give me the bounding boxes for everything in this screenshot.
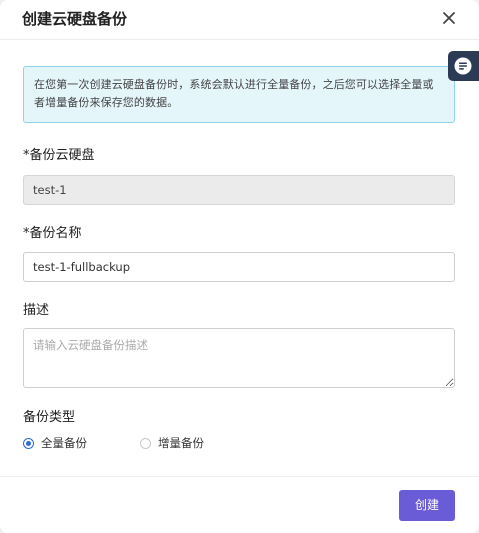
radio-full-backup[interactable]: 全量备份 [23, 435, 87, 451]
radio-button[interactable] [140, 437, 151, 449]
create-button[interactable]: 创建 [399, 490, 455, 521]
radio-incremental-backup-label: 增量备份 [158, 436, 204, 450]
create-backup-dialog: 创建云硬盘备份 在您第一次创建云硬盘备份时，系统会默认进行全量备份，之后您可以选… [0, 0, 479, 533]
volume-field: test-1 [23, 175, 455, 205]
radio-button-checked[interactable] [23, 437, 34, 449]
backup-name-label: *备份名称 [23, 226, 82, 241]
description-input[interactable] [23, 328, 455, 388]
backup-name-input[interactable]: test-1-fullbackup [23, 252, 455, 282]
dialog-footer: 创建 [0, 476, 479, 533]
info-notice: 在您第一次创建云硬盘备份时，系统会默认进行全量备份，之后您可以选择全量或者增量备… [23, 66, 455, 123]
side-chat-tab[interactable] [448, 51, 479, 81]
dialog-header: 创建云硬盘备份 [0, 0, 479, 40]
dialog-title: 创建云硬盘备份 [22, 10, 128, 28]
radio-full-backup-label: 全量备份 [41, 436, 87, 450]
backup-type-label: 备份类型 [23, 410, 76, 425]
chat-icon [454, 57, 472, 75]
close-icon [443, 12, 455, 24]
volume-label: *备份云硬盘 [23, 148, 95, 163]
radio-incremental-backup[interactable]: 增量备份 [140, 435, 204, 451]
description-label: 描述 [23, 303, 50, 318]
close-button[interactable] [441, 10, 457, 26]
